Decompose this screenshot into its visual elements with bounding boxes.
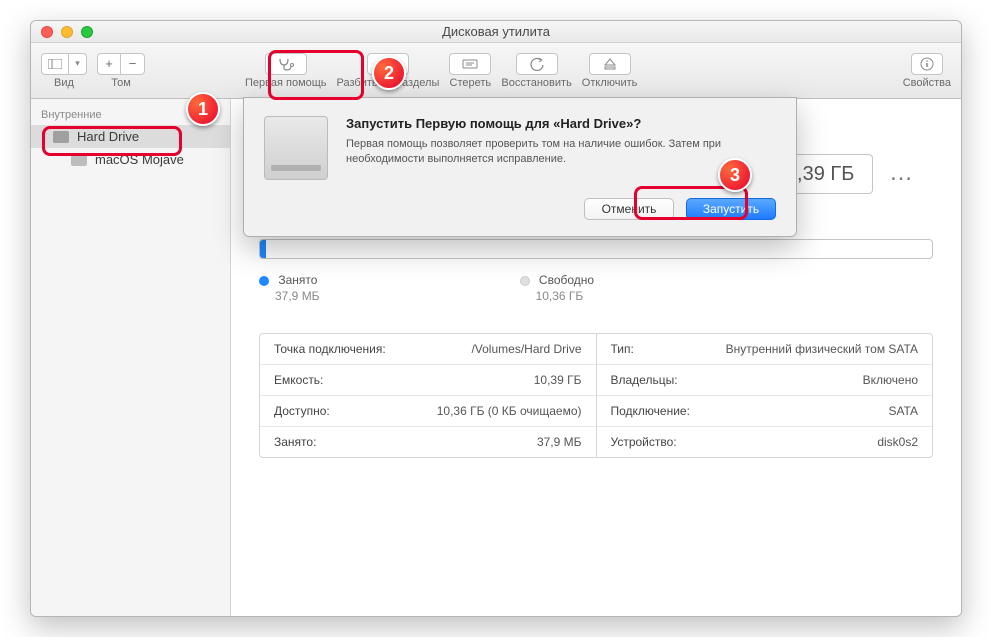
legend-used-label: Занято [278,273,317,287]
toolbar-view-label: Вид [54,77,74,89]
toolbar-restore-group: Восстановить [501,53,571,89]
legend-dot-used [259,276,269,286]
disk-icon [53,131,69,143]
toolbar-unmount-group: Отключить [582,53,638,89]
toolbar-view-group: ▾ Вид [41,53,87,89]
legend-free-label: Свободно [539,273,594,287]
volume-icon [71,154,87,166]
toolbar-first-aid-label: Первая помощь [245,77,327,89]
dialog-title: Запустить Первую помощь для «Hard Drive»… [346,116,776,131]
dialog-body-text: Первая помощь позволяет проверить том на… [346,137,776,168]
restore-button[interactable] [516,53,558,75]
window-title: Дисковая утилита [31,24,961,39]
sidebar-item-macos-mojave[interactable]: macOS Mojave [31,148,230,171]
run-button[interactable]: Запустить [686,198,776,220]
info-row: Доступно:10,36 ГБ (0 КБ очищаемо) [260,396,596,427]
info-table: Точка подключения:/Volumes/Hard Drive Ем… [259,333,933,458]
pie-icon [380,56,396,72]
restore-icon [529,57,545,71]
info-row: Устройство:disk0s2 [597,427,933,457]
chevron-down-icon: ▾ [75,58,80,69]
toolbar: ▾ Вид + − Том Первая помощь [31,43,961,99]
toolbar-restore-label: Восстановить [501,77,571,89]
plus-icon: + [105,56,113,71]
usage-bar [259,239,933,259]
info-row: Емкость:10,39 ГБ [260,365,596,396]
hard-drive-icon [264,116,328,180]
minus-icon: − [129,56,137,71]
erase-icon [462,58,478,70]
toolbar-partition-label: Разбить на разделы [337,77,440,89]
info-row: Владельцы:Включено [597,365,933,396]
titlebar: Дисковая утилита [31,21,961,43]
view-mode-button[interactable] [41,53,69,75]
remove-volume-button[interactable]: − [121,53,145,75]
sidebar-icon [48,59,62,69]
toolbar-unmount-label: Отключить [582,77,638,89]
view-dropdown-button[interactable]: ▾ [69,53,87,75]
partition-button[interactable] [367,53,409,75]
cancel-button[interactable]: Отменить [584,198,674,220]
stethoscope-icon [277,57,295,71]
toolbar-volume-group: + − Том [97,53,145,89]
eject-icon [603,57,617,71]
info-row: Занято:37,9 МБ [260,427,596,457]
legend-used-value: 37,9 МБ [275,289,320,303]
unmount-button[interactable] [589,53,631,75]
toolbar-erase-label: Стереть [450,77,492,89]
toolbar-info-group: Свойства [903,53,951,89]
first-aid-button[interactable] [265,53,307,75]
erase-button[interactable] [449,53,491,75]
legend-free-value: 10,36 ГБ [536,289,595,303]
toolbar-partition-group: Разбить на разделы [337,53,440,89]
sidebar-item-label: macOS Mojave [95,152,184,167]
info-row: Точка подключения:/Volumes/Hard Drive [260,334,596,365]
legend-free: Свободно 10,36 ГБ [520,273,595,303]
legend-used: Занято 37,9 МБ [259,273,320,303]
sidebar-item-label: Hard Drive [77,129,139,144]
info-row: Подключение:SATA [597,396,933,427]
info-icon [920,57,934,71]
more-menu-button[interactable]: … [889,159,915,186]
legend-dot-free [520,276,530,286]
add-volume-button[interactable]: + [97,53,121,75]
toolbar-info-label: Свойства [903,77,951,89]
info-button[interactable] [911,53,943,75]
first-aid-dialog: Запустить Первую помощь для «Hard Drive»… [243,97,797,237]
toolbar-erase-group: Стереть [449,53,491,89]
toolbar-first-aid-group: Первая помощь [245,53,327,89]
sidebar-item-hard-drive[interactable]: Hard Drive [31,125,230,148]
usage-fill-used [260,240,266,258]
sidebar: Внутренние Hard Drive macOS Mojave [31,99,231,616]
disk-utility-window: Дисковая утилита ▾ Вид + − [30,20,962,617]
toolbar-volume-label: Том [111,77,131,89]
sidebar-section-header: Внутренние [31,105,230,125]
info-row: Тип:Внутренний физический том SATA [597,334,933,365]
